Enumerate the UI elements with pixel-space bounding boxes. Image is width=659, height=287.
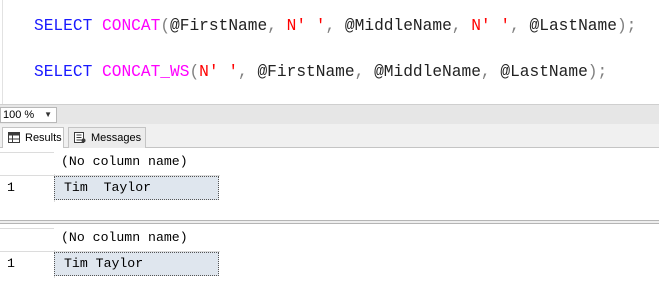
variable-lastname: @LastName [529,17,617,35]
comma: , [267,17,287,35]
zoom-value: 100 % [3,109,35,121]
editor-status-bar: 100 % ▼ [0,104,659,124]
result-cell[interactable]: Tim Taylor [54,176,219,200]
keyword-select: SELECT [34,63,93,81]
comma: , [354,63,375,81]
row-number[interactable]: 1 [0,252,54,276]
tab-label: Messages [91,132,142,144]
comma: , [510,17,530,35]
comma: , [238,63,258,81]
code-line-2[interactable]: SELECT CONCAT_WS(N' ', @FirstName, @Midd… [34,62,607,82]
comma: , [325,17,345,35]
tab-messages[interactable]: Messages [68,127,146,148]
messages-icon [74,132,86,143]
keyword-select: SELECT [34,17,93,35]
string-literal: N' ' [471,17,511,35]
results-pane: (No column name) 1 Tim Taylor (No column… [0,148,659,287]
tab-results[interactable]: Results [2,127,64,149]
statement-end: ); [587,63,608,81]
function-concat: CONCAT [102,17,161,35]
variable-middlename: @MiddleName [344,17,452,35]
code-line-1[interactable]: SELECT CONCAT(@FirstName, N' ', @MiddleN… [34,16,636,36]
string-literal: N' ' [199,63,239,81]
query-editor[interactable]: SELECT CONCAT(@FirstName, N' ', @MiddleN… [0,0,659,104]
string-literal: N' ' [286,17,326,35]
comma: , [451,17,472,35]
variable-firstname: @FirstName [170,17,268,35]
chevron-down-icon[interactable]: ▼ [44,108,52,122]
results-tab-bar: Results Messages [0,124,659,149]
result-cell[interactable]: Tim Taylor [54,252,219,276]
paren-open: ( [160,17,171,35]
variable-firstname: @FirstName [257,63,355,81]
function-concat-ws: CONCAT_WS [102,63,190,81]
grid-splitter[interactable] [0,220,659,224]
variable-middlename: @MiddleName [374,63,481,81]
variable-lastname: @LastName [500,63,588,81]
paren-open: ( [189,63,200,81]
comma: , [480,63,501,81]
column-header[interactable]: (No column name) [54,152,220,174]
column-header[interactable]: (No column name) [54,228,220,250]
row-number[interactable]: 1 [0,176,54,200]
tab-label: Results [25,132,62,144]
zoom-dropdown[interactable]: 100 % ▼ [0,107,57,123]
statement-end: ); [616,17,637,35]
grid-icon [8,132,20,143]
editor-gutter [2,0,3,104]
